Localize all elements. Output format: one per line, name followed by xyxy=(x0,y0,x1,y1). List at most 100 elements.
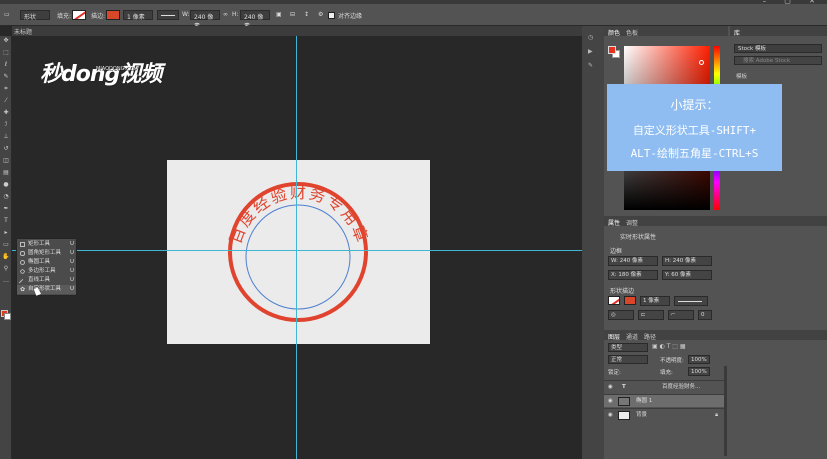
move-tool-icon[interactable]: ✥ xyxy=(2,38,10,44)
library-dropdown-value: Stock 模板 xyxy=(738,46,766,52)
tab-properties[interactable]: 属性 xyxy=(608,218,620,227)
layer-filter-select[interactable]: 类型 xyxy=(608,343,648,352)
lasso-tool-icon[interactable]: ℓ xyxy=(2,62,10,68)
gear-icon[interactable]: ⚙ xyxy=(318,11,323,18)
props-corner-field[interactable]: 0 xyxy=(698,310,712,320)
marquee-tool-icon[interactable]: ⬚ xyxy=(2,50,10,56)
stroke-swatch[interactable] xyxy=(106,10,120,20)
mode-select[interactable]: 形状 xyxy=(20,10,50,21)
props-fill-swatch[interactable] xyxy=(608,296,620,305)
hand-tool-icon[interactable]: ✋ xyxy=(2,254,10,260)
props-stroke-width-field[interactable]: 1 像素 xyxy=(640,296,670,306)
crop-tool-icon[interactable]: ⌗ xyxy=(2,86,10,92)
menu-item-rectangle[interactable]: 矩形工具 U xyxy=(17,240,76,249)
blend-mode-select[interactable]: 正常 xyxy=(608,355,648,364)
tab-libraries[interactable]: 库 xyxy=(734,28,740,37)
color-picker-handle[interactable] xyxy=(699,60,704,65)
path-arrange-icon[interactable]: ↕ xyxy=(304,11,309,18)
props-w-field[interactable]: W: 240 像素 xyxy=(608,256,658,266)
layer-row-text[interactable]: ◉ T 百度经验财务... xyxy=(604,380,724,393)
tab-adjustments[interactable]: 调整 xyxy=(626,218,638,227)
layers-scrollbar[interactable] xyxy=(724,366,727,456)
guide-horizontal[interactable] xyxy=(12,250,582,251)
menu-item-line[interactable]: 直线工具 U xyxy=(17,276,76,287)
background-color-swatch[interactable] xyxy=(4,313,11,320)
fill-field[interactable]: 100% xyxy=(688,367,710,376)
path-ops-icon[interactable]: ▣ xyxy=(276,11,282,18)
props-h-field[interactable]: H: 240 像素 xyxy=(662,256,712,266)
menu-item-label: 圆角矩形工具 xyxy=(28,250,62,256)
gradient-tool-icon[interactable]: ▤ xyxy=(2,170,10,176)
options-bar: ▭ 形状 填充: 描边: 1 像素 W: 240 像素 ∞ H: 240 像素 … xyxy=(0,4,827,30)
opacity-field[interactable]: 100% xyxy=(688,355,710,364)
history-brush-tool-icon[interactable]: ↺ xyxy=(2,146,10,152)
actions-panel-icon[interactable]: ▶ xyxy=(588,48,598,56)
menu-item-polygon[interactable]: 多边形工具 U xyxy=(17,267,76,276)
toolbox: ✥ ⬚ ℓ ✎ ⌗ ⁄ ✚ ℐ ⊥ ↺ ◫ ▤ ● ◔ ✒ T ▸ ▭ ✋ ⚲ … xyxy=(0,36,12,459)
tip-line-2: 自定义形状工具-SHIFT+ xyxy=(632,124,757,137)
dodge-tool-icon[interactable]: ◔ xyxy=(2,194,10,200)
props-y-field[interactable]: Y: 60 像素 xyxy=(662,270,712,280)
menu-item-custom-shape[interactable]: ✿ 自定形状工具 U xyxy=(17,285,76,294)
shape-tool-icon[interactable]: ▭ xyxy=(2,242,10,248)
path-align-icon[interactable]: ⊟ xyxy=(290,11,295,18)
library-item[interactable]: 模板 xyxy=(736,72,747,80)
stamp-tool-icon[interactable]: ⊥ xyxy=(2,134,10,140)
zoom-tool-icon[interactable]: ⚲ xyxy=(2,266,10,272)
tab-layers[interactable]: 图层 xyxy=(608,332,620,341)
props-h-value: 240 像素 xyxy=(672,258,696,264)
tip-overlay: 小提示： 自定义形状工具-SHIFT+ ALT-绘制五角星-CTRL+S xyxy=(607,84,782,171)
align-edges-checkbox[interactable] xyxy=(328,12,335,19)
props-align-select[interactable]: ◎ xyxy=(608,310,634,320)
stroke-type-select[interactable] xyxy=(157,10,179,20)
layer-row-ellipse[interactable]: ◉ 椭圆 1 xyxy=(604,394,724,407)
w-label: W: xyxy=(182,11,190,18)
layer-row-background[interactable]: ◉ 背景 🔒︎ xyxy=(604,408,724,421)
visibility-eye-icon[interactable]: ◉ xyxy=(608,395,613,408)
h-field[interactable]: 240 像素 xyxy=(240,10,270,30)
menu-item-rounded-rectangle[interactable]: 圆角矩形工具 U xyxy=(17,249,76,258)
w-field[interactable]: 240 像素 xyxy=(190,10,220,30)
visibility-eye-icon[interactable]: ◉ xyxy=(608,409,613,422)
section-appearance[interactable]: 形状描边 xyxy=(610,286,634,295)
props-x-field[interactable]: X: 180 像素 xyxy=(608,270,658,280)
blur-tool-icon[interactable]: ● xyxy=(2,182,10,188)
quick-select-tool-icon[interactable]: ✎ xyxy=(2,74,10,80)
props-w-label: W: xyxy=(611,258,618,264)
tool-preset-icon[interactable]: ▭ xyxy=(4,11,10,18)
brush-panel-icon[interactable]: ✎ xyxy=(588,62,598,70)
props-stroke-type-select[interactable] xyxy=(674,296,708,306)
tab-color[interactable]: 颜色 xyxy=(608,28,620,37)
eyedropper-tool-icon[interactable]: ⁄ xyxy=(2,98,10,104)
section-transform[interactable]: 边框 xyxy=(610,246,622,255)
history-panel-icon[interactable]: ◷ xyxy=(588,34,598,42)
tab-paths[interactable]: 路径 xyxy=(644,332,656,341)
guide-vertical[interactable] xyxy=(296,36,297,459)
fill-swatch[interactable] xyxy=(72,10,86,20)
type-tool-icon[interactable]: T xyxy=(2,218,10,224)
library-search-input[interactable]: 搜索 Adobe Stock xyxy=(734,56,822,65)
library-dropdown[interactable]: Stock 模板 xyxy=(734,44,822,53)
props-corners-select[interactable]: ⌐ xyxy=(668,310,694,320)
pen-tool-icon[interactable]: ✒ xyxy=(2,206,10,212)
more-tools-icon[interactable]: … xyxy=(2,278,10,284)
menu-item-ellipse[interactable]: 椭圆工具 U xyxy=(17,258,76,267)
watermark-brand-a: 秒d xyxy=(40,62,77,87)
link-icon[interactable]: ∞ xyxy=(223,11,228,18)
tab-channels[interactable]: 通道 xyxy=(626,332,638,341)
props-caps-select[interactable]: ⊏ xyxy=(638,310,664,320)
canvas-area[interactable]: 百度经验财务专用章 秒dong视频 MIAODONG.COM xyxy=(12,36,582,459)
panel-foreground-swatch[interactable] xyxy=(608,46,616,54)
healing-tool-icon[interactable]: ✚ xyxy=(2,110,10,116)
stroke-width-field[interactable]: 1 像素 xyxy=(123,10,153,21)
brush-tool-icon[interactable]: ℐ xyxy=(2,122,10,128)
layer-filter-icons[interactable]: ▣ ◐ T ⬚ ▦ xyxy=(652,343,686,350)
tab-swatches[interactable]: 色板 xyxy=(626,28,638,37)
props-stroke-swatch[interactable] xyxy=(624,296,636,305)
document-canvas[interactable]: 百度经验财务专用章 xyxy=(167,160,430,344)
eraser-tool-icon[interactable]: ◫ xyxy=(2,158,10,164)
layer-name: 椭圆 1 xyxy=(636,398,653,404)
path-select-tool-icon[interactable]: ▸ xyxy=(2,230,10,236)
visibility-eye-icon[interactable]: ◉ xyxy=(608,381,613,394)
document-tab[interactable]: 未标题 xyxy=(14,27,32,36)
